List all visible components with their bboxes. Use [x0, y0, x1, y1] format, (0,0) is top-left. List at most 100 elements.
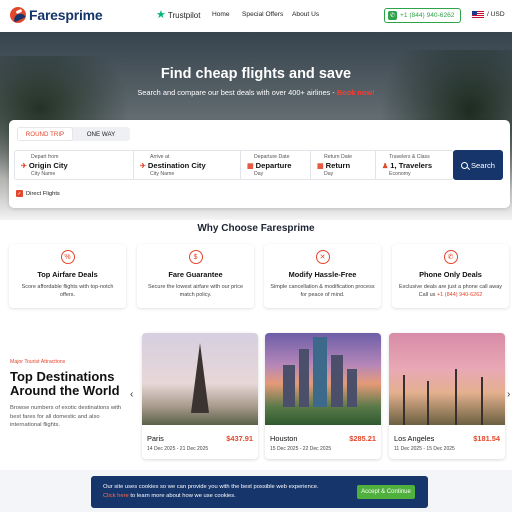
- book-now-link[interactable]: Book now!: [337, 88, 375, 97]
- destination-dates: 15 Dec 2025 - 22 Dec 2025: [270, 446, 332, 452]
- palm-trunk-shape: [427, 381, 429, 425]
- destination-price: $437.91: [226, 434, 253, 443]
- destination-price: $285.21: [349, 434, 376, 443]
- destination-card[interactable]: Houston $285.21 15 Dec 2025 - 22 Dec 202…: [265, 333, 381, 459]
- flight-search-panel: ROUND TRIP ONE WAY Depart from ✈ Origin C…: [9, 120, 510, 208]
- hero-subtitle: Search and compare our best deals with o…: [0, 88, 512, 97]
- calendar-icon: ▦: [247, 162, 254, 170]
- departure-date-sub: Day: [254, 171, 264, 177]
- checkbox-checked-icon[interactable]: ✓: [16, 190, 23, 197]
- direct-flights-option[interactable]: ✓ Direct Flights: [16, 190, 60, 197]
- los-angeles-image: [389, 333, 505, 425]
- currency-label: / USD: [487, 11, 505, 18]
- search-icon: [460, 161, 468, 169]
- return-date-label: Return Date: [324, 154, 352, 160]
- depart-from-sub: City Name: [31, 171, 56, 177]
- takeoff-icon: ✈: [21, 162, 27, 170]
- destination-card[interactable]: Los Angeles $181.54 11 Dec 2025 - 15 Dec…: [389, 333, 505, 459]
- travelers-label: Travelers & Class: [389, 154, 430, 160]
- search-button[interactable]: Search: [453, 150, 503, 180]
- carousel-prev-arrow-icon[interactable]: ‹: [130, 389, 133, 400]
- landing-icon: ✈: [140, 162, 146, 170]
- destination-price: $181.54: [473, 434, 500, 443]
- accept-cookies-button[interactable]: Accept & Continue: [357, 485, 415, 499]
- destination-city: Paris: [147, 434, 164, 443]
- building-shape: [331, 355, 343, 407]
- destination-city: Houston: [270, 434, 298, 443]
- travelers-value: 1, Travelers: [390, 161, 433, 170]
- feature-desc: Exclusive deals are just a phone call aw…: [392, 283, 509, 299]
- phone-button[interactable]: ✆ +1 (844) 940-6262: [384, 8, 461, 23]
- feature-card: ✕ Modify Hassle-Free Simple cancellation…: [264, 244, 381, 308]
- trustpilot-label: Trustpilot: [167, 11, 201, 20]
- direct-flights-label: Direct Flights: [26, 190, 60, 197]
- destination-city: Los Angeles: [394, 434, 435, 443]
- why-choose-title: Why Choose Faresprime: [197, 223, 315, 234]
- destination-dates: 11 Dec 2025 - 15 Dec 2025: [394, 446, 455, 452]
- feature-card: $ Fare Guarantee Secure the lowest airfa…: [137, 244, 254, 308]
- depart-from-label: Depart from: [31, 154, 59, 160]
- us-flag-icon: [472, 11, 484, 18]
- brand-logo[interactable]: Faresprime: [10, 7, 103, 23]
- destinations-kicker: Major Tourist Attractions: [10, 359, 66, 365]
- arrive-at-value: Destination City: [147, 161, 206, 170]
- feature-phone-link[interactable]: +1 (844) 940-6262: [437, 292, 482, 298]
- destinations-title: Top Destinations Around the World: [10, 369, 120, 398]
- feature-card: ✆ Phone Only Deals Exclusive deals are j…: [392, 244, 509, 308]
- brand-name: Faresprime: [29, 7, 103, 23]
- search-button-label: Search: [470, 160, 496, 170]
- close-circle-icon: ✕: [315, 250, 330, 264]
- destination-card[interactable]: Paris $437.91 14 Dec 2025 - 21 Dec 2025: [142, 333, 258, 459]
- cookie-text: Our site uses cookies so we can provide …: [103, 483, 319, 501]
- hero-subtitle-text: Search and compare our best deals with o…: [137, 88, 337, 97]
- nav-home[interactable]: Home: [212, 11, 230, 18]
- percent-icon: %: [60, 250, 75, 264]
- return-date-field[interactable]: Return Date ▦ Return Day: [310, 151, 375, 179]
- arrive-at-field[interactable]: Arrive at ✈ Destination City City Name: [133, 151, 240, 179]
- cookie-banner: Our site uses cookies so we can provide …: [91, 476, 428, 508]
- eiffel-tower-shape: [191, 343, 209, 413]
- feature-desc: Simple cancellation & modification proce…: [270, 284, 375, 298]
- palm-trunk-shape: [455, 369, 457, 425]
- search-fields: Depart from ✈ Origin City City Name Arriv…: [14, 150, 454, 180]
- site-header: Faresprime ★ Trustpilot Home Special Off…: [0, 0, 512, 32]
- paris-image: [142, 333, 258, 425]
- return-date-value: Return: [325, 161, 351, 170]
- trip-type-tabs: ROUND TRIP ONE WAY: [17, 127, 130, 141]
- palm-trunk-shape: [481, 377, 483, 425]
- houston-image: [265, 333, 381, 425]
- tab-one-way[interactable]: ONE WAY: [73, 127, 129, 141]
- feature-card: % Top Airfare Deals Score affordable fli…: [9, 244, 126, 308]
- feature-title: Phone Only Deals: [419, 270, 482, 279]
- travelers-field[interactable]: Travelers & Class ♟ 1, Travelers Economy: [375, 151, 453, 179]
- departure-date-field[interactable]: Departure Date ▦ Departure Day: [240, 151, 310, 179]
- cookie-line-2: Click here to learn more about how we us…: [103, 492, 319, 501]
- palm-trunk-shape: [403, 375, 405, 425]
- depart-from-field[interactable]: Depart from ✈ Origin City City Name: [15, 151, 133, 179]
- trustpilot-star-icon: ★: [156, 9, 166, 21]
- building-shape: [313, 337, 327, 407]
- cookie-line-2-text: to learn more about how we use cookies.: [128, 493, 236, 499]
- depart-from-value: Origin City: [28, 161, 68, 170]
- tab-round-trip[interactable]: ROUND TRIP: [17, 127, 73, 141]
- feature-title: Fare Guarantee: [168, 270, 223, 279]
- currency-selector[interactable]: / USD: [472, 11, 505, 18]
- feature-title: Top Airfare Deals: [37, 270, 98, 279]
- arrive-at-sub: City Name: [150, 171, 175, 177]
- feature-desc: Secure the lowest airfare with our price…: [147, 284, 244, 298]
- phone-icon: ✆: [388, 11, 397, 20]
- trustpilot-badge[interactable]: ★ Trustpilot: [156, 10, 200, 21]
- return-date-sub: Day: [324, 171, 334, 177]
- departure-date-value: Departure: [255, 161, 292, 170]
- dollar-icon: $: [188, 250, 203, 264]
- arrive-at-label: Arrive at: [150, 154, 170, 160]
- carousel-next-arrow-icon[interactable]: ›: [507, 389, 510, 400]
- nav-about-us[interactable]: About Us: [292, 11, 319, 18]
- feature-desc: Score affordable flights with top-notch …: [21, 284, 114, 298]
- building-shape: [347, 369, 357, 407]
- phone-icon: ✆: [443, 250, 458, 264]
- nav-special-offers[interactable]: Special Offers: [242, 11, 283, 18]
- cookie-learn-more-link[interactable]: Click here: [103, 493, 129, 499]
- user-icon: ♟: [382, 162, 389, 170]
- hero-title: Find cheap flights and save: [160, 66, 352, 82]
